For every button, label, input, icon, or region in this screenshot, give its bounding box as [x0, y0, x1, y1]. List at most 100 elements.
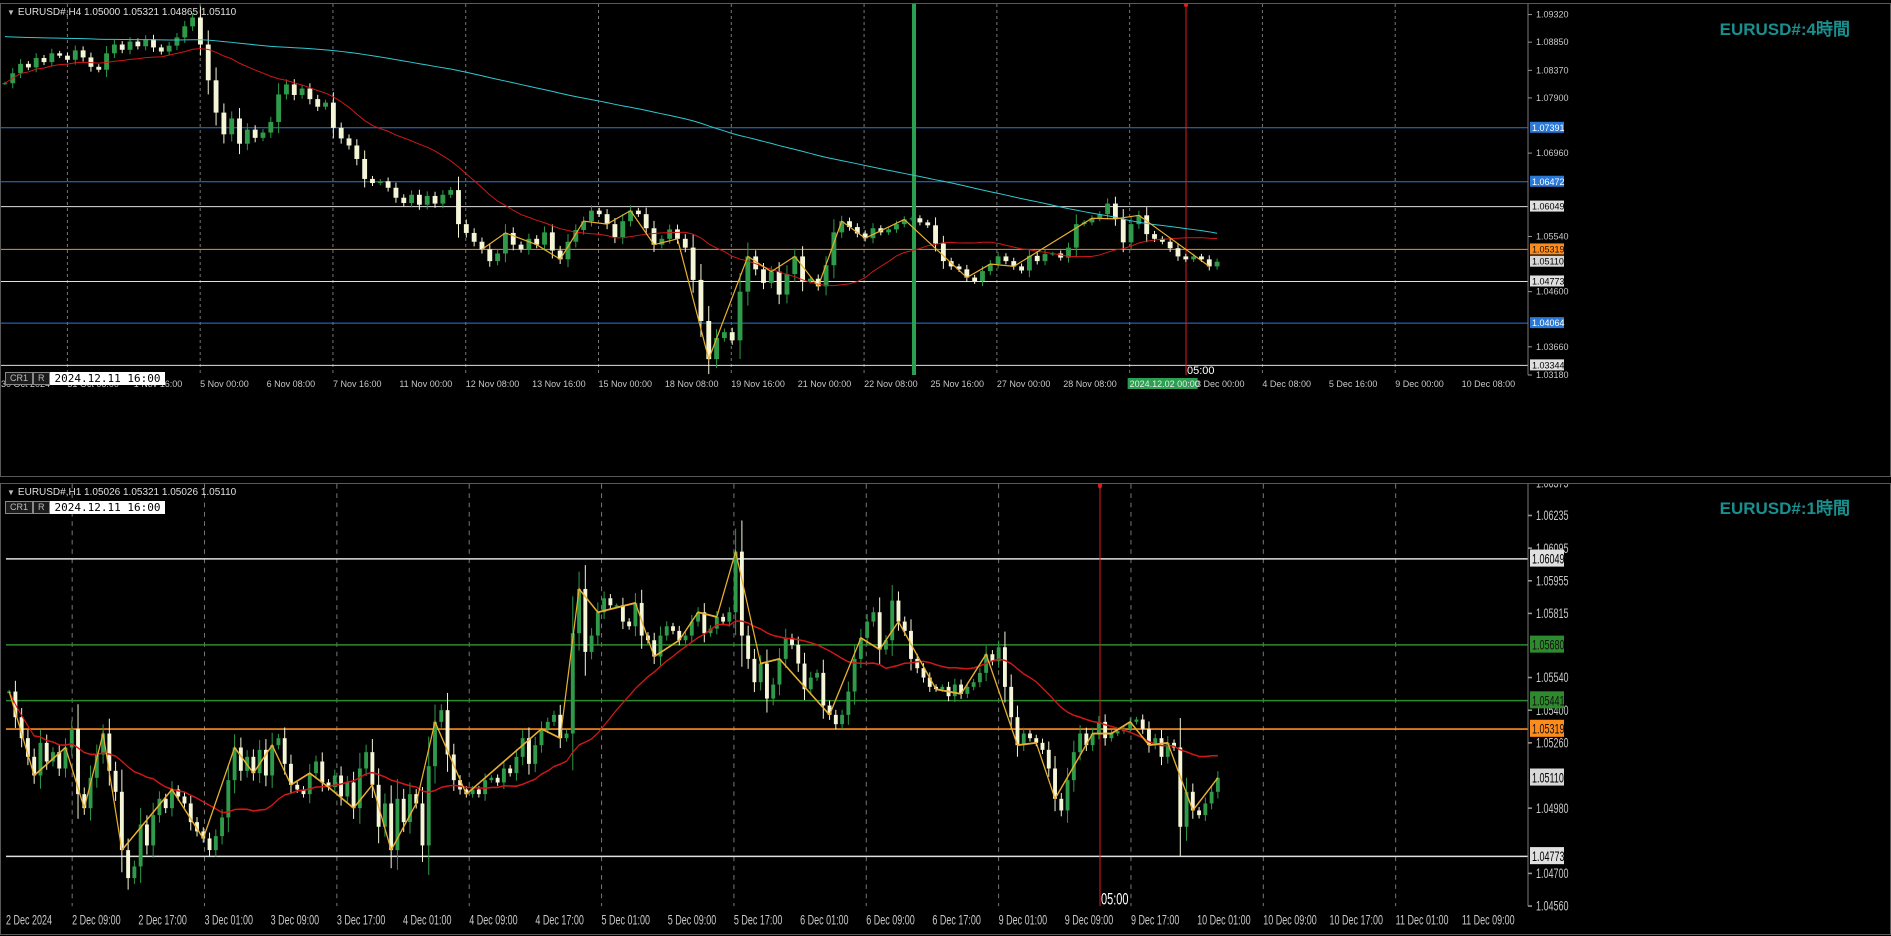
candle-body — [894, 224, 899, 230]
candle-body — [143, 39, 149, 47]
y-tick-label: 1.08850 — [1536, 37, 1569, 47]
candle-body — [385, 181, 391, 188]
x-tick-label: 6 Dec 01:00 — [800, 913, 849, 928]
candle-body — [338, 127, 344, 139]
time-marker-handle — [1184, 4, 1188, 7]
candle-body — [1167, 241, 1173, 249]
collapse-triangle-icon[interactable]: ▼ — [7, 488, 15, 497]
candle-body — [426, 766, 431, 846]
candle-body — [463, 224, 469, 233]
candle-body — [783, 637, 788, 659]
h4-chart-pane[interactable]: 30 Oct 202431 Oct 08:001 Nov 16:005 Nov … — [0, 3, 1891, 477]
candle-body — [933, 225, 938, 244]
candle-body — [1059, 798, 1064, 811]
current-price-tag: 1.05110 — [1532, 257, 1564, 267]
candle-body — [596, 210, 602, 215]
collapse-triangle-icon[interactable]: ▼ — [7, 8, 15, 17]
candle-body — [965, 686, 970, 694]
candle-body — [808, 677, 813, 690]
r-button[interactable]: R — [33, 372, 50, 385]
candle-body — [635, 210, 641, 215]
candle-body — [627, 621, 632, 627]
candle-body — [1003, 256, 1009, 262]
datetime-field[interactable]: 2024.12.11 16:00 — [49, 372, 166, 385]
level-price-tag: 1.06472 — [1532, 177, 1565, 187]
candle-body — [752, 658, 757, 683]
candle-body — [940, 686, 945, 690]
candle-body — [682, 238, 688, 248]
candle-body — [330, 102, 336, 128]
candle-body — [739, 551, 744, 636]
h1-time-toolbar[interactable]: CR1 R 2024.12.11 16:00 — [5, 501, 166, 514]
candle-body — [291, 84, 297, 95]
y-tick-label: 1.04600 — [1536, 287, 1569, 297]
cr-button[interactable]: CR1 — [5, 501, 34, 514]
candle-body — [683, 635, 688, 641]
candle-body — [784, 274, 790, 295]
candle-body — [238, 747, 243, 771]
candle-body — [667, 229, 673, 239]
h4-chart-canvas[interactable]: 30 Oct 202431 Oct 08:001 Nov 16:005 Nov … — [1, 4, 1890, 476]
candle-body — [533, 745, 538, 764]
candle-body — [1134, 719, 1139, 722]
candle-body — [237, 118, 242, 144]
candle-body — [401, 197, 407, 204]
candle-body — [111, 44, 117, 54]
h1-chart-canvas[interactable]: 2 Dec 2024 2 Dec 09:00 2 Dec 17:00 3 Dec 01… — [1, 484, 1890, 934]
y-tick-label: 1.04980 — [1536, 801, 1569, 816]
candle-body — [761, 269, 766, 283]
candle-body — [138, 824, 143, 867]
candle-body — [151, 815, 156, 846]
candle-body — [229, 118, 235, 135]
candle-body — [1183, 256, 1189, 260]
candle-body — [282, 738, 287, 764]
candle-body — [207, 838, 212, 851]
h1-chart-pane[interactable]: 2 Dec 2024 2 Dec 09:00 2 Dec 17:00 3 Dec 01… — [0, 483, 1891, 935]
candle-body — [135, 41, 141, 47]
candle-body — [96, 66, 102, 70]
candle-body — [821, 672, 826, 706]
x-tick-label: 5 Nov 00:00 — [200, 379, 249, 389]
candle-body — [276, 94, 282, 122]
candle-body — [1019, 266, 1025, 271]
candle-body — [323, 102, 328, 107]
y-tick-label: 1.07900 — [1536, 93, 1569, 103]
candle-body — [690, 247, 696, 280]
candle-body — [643, 214, 649, 229]
x-tick-label: 2 Dec 2024 — [6, 913, 52, 928]
h4-time-toolbar[interactable]: CR1 R 2024.12.11 16:00 — [5, 372, 166, 385]
candle-body — [671, 626, 675, 631]
level-price-tag: 1.04773 — [1532, 849, 1565, 864]
r-button[interactable]: R — [33, 501, 50, 514]
candle-body — [702, 612, 707, 634]
candle-body — [589, 210, 594, 222]
y-tick-label: 1.06960 — [1536, 148, 1569, 158]
time-marker-handle — [1098, 484, 1102, 489]
y-tick-label: 1.05540 — [1536, 231, 1569, 241]
candle-body — [44, 742, 49, 762]
candle-body — [971, 682, 976, 687]
x-tick-label: 9 Dec 09:00 — [1065, 913, 1114, 928]
x-tick-label: 6 Dec 09:00 — [866, 913, 915, 928]
time-marker-label: 05:00 — [1187, 365, 1215, 377]
candle-body — [448, 190, 454, 195]
candle-body — [721, 616, 726, 622]
candle-body — [163, 798, 168, 809]
ma-red-line — [4, 48, 1218, 287]
candle-body — [777, 658, 782, 685]
x-tick-label: 10 Dec 09:00 — [1263, 913, 1317, 928]
candle-body — [220, 817, 225, 837]
candle-body — [1042, 254, 1048, 262]
candle-body — [564, 733, 569, 739]
candle-body — [432, 195, 438, 204]
candle-body — [581, 221, 587, 231]
cr-button[interactable]: CR1 — [5, 372, 34, 385]
candle-body — [675, 229, 680, 239]
datetime-field[interactable]: 2024.12.11 16:00 — [49, 501, 166, 514]
candle-body — [440, 194, 446, 204]
x-tick-label: 11 Dec 01:00 — [1396, 913, 1449, 928]
candle-body — [364, 752, 369, 769]
candle-body — [776, 271, 782, 295]
candle-body — [276, 738, 281, 746]
candle-body — [729, 332, 735, 341]
